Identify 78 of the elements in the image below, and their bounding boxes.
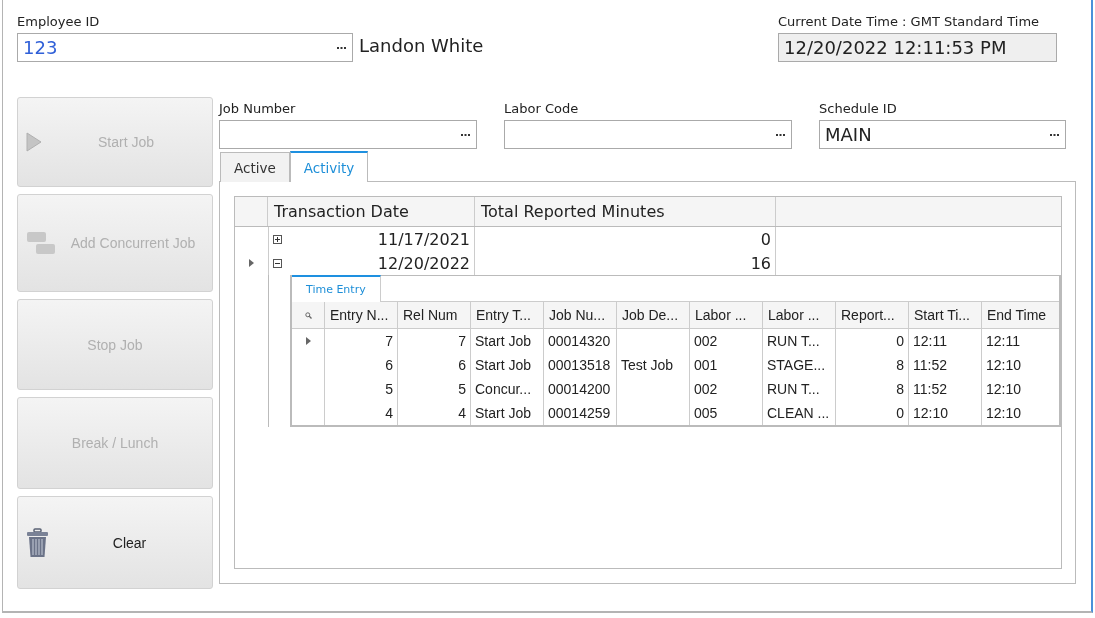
table-cell: 5: [325, 377, 398, 401]
table-cell: 00014200: [544, 377, 617, 401]
date-time-field: 12/20/2022 12:11:53 PM: [778, 33, 1057, 62]
column-header[interactable]: Report...: [836, 302, 909, 328]
column-header[interactable]: Entry T...: [471, 302, 544, 328]
ellipsis-icon[interactable]: [461, 133, 470, 136]
employee-id-field[interactable]: 123: [17, 33, 353, 62]
column-header[interactable]: Start Ti...: [909, 302, 982, 328]
collapse-icon[interactable]: [273, 258, 282, 268]
employee-name: Landon White: [359, 35, 484, 56]
table-cell: 11:52: [909, 353, 982, 377]
table-cell: RUN T...: [763, 377, 836, 401]
table-cell: 16: [475, 251, 776, 275]
column-header[interactable]: Job De...: [617, 302, 690, 328]
column-header[interactable]: Labor ...: [690, 302, 763, 328]
table-cell: 00013518: [544, 353, 617, 377]
table-cell: 0: [475, 227, 776, 251]
table-cell: 6: [325, 353, 398, 377]
table-cell-text: 12:10: [985, 404, 1023, 423]
field-label: Job Number: [219, 101, 297, 116]
trash-icon: [26, 527, 49, 558]
field-label: Current Date Time : GMT Standard Time: [778, 14, 1041, 29]
expand-icon[interactable]: [273, 234, 282, 244]
table-cell: 4: [325, 401, 398, 425]
table-cell: 7: [325, 329, 398, 353]
table-cell: 8: [836, 377, 909, 401]
lookup-field[interactable]: [504, 120, 792, 149]
table-cell-text: 12/20/2022: [376, 253, 470, 273]
table-cell: 00014320: [544, 329, 617, 353]
table-cell: STAGE...: [763, 353, 836, 377]
table-cell: 001: [690, 353, 763, 377]
play-icon: [26, 132, 42, 152]
table-cell: 0: [836, 401, 909, 425]
table-cell: 005: [690, 401, 763, 425]
ellipsis-icon[interactable]: [776, 133, 785, 136]
table-cell-text: 12:10: [985, 356, 1023, 375]
table-cell: 00014259: [544, 401, 617, 425]
table-cell: 6: [398, 353, 471, 377]
lookup-field[interactable]: MAIN: [819, 120, 1066, 149]
table-cell: 0: [836, 329, 909, 353]
table-cell: Concur...: [471, 377, 544, 401]
table-cell-text: 12:11: [985, 332, 1021, 351]
field-label: Employee ID: [17, 14, 101, 29]
table-cell: 5: [398, 377, 471, 401]
tab[interactable]: Activity: [289, 151, 369, 182]
table-cell: 002: [690, 329, 763, 353]
search-icon[interactable]: [304, 311, 312, 319]
column-header[interactable]: End Time: [982, 302, 1059, 328]
table-cell: 12:11: [909, 329, 982, 353]
table-cell: Test Job: [617, 353, 690, 377]
table-cell-text: 11/17/2021: [376, 229, 470, 249]
table-cell: RUN T...: [763, 329, 836, 353]
table-cell: 12:10: [909, 401, 982, 425]
table-cell: 11:52: [909, 377, 982, 401]
table-cell: 8: [836, 353, 909, 377]
table-cell: Start Job: [471, 329, 544, 353]
stacked-bars-icon: [26, 231, 56, 255]
tab[interactable]: Time Entry: [292, 275, 381, 302]
table-cell: CLEAN ...: [763, 401, 836, 425]
table-cell: 002: [690, 377, 763, 401]
column-header[interactable]: Entry N...: [325, 302, 398, 328]
tab[interactable]: Active: [220, 152, 290, 182]
lookup-field[interactable]: [219, 120, 477, 149]
table-cell: Start Job: [471, 353, 544, 377]
table-cell: 4: [398, 401, 471, 425]
table-cell: 7: [398, 329, 471, 353]
table-cell: Start Job: [471, 401, 544, 425]
field-label: Schedule ID: [819, 101, 898, 116]
field-label: Labor Code: [504, 101, 580, 116]
action-button[interactable]: Clear: [17, 496, 213, 589]
column-header[interactable]: Job Nu...: [544, 302, 617, 328]
ellipsis-icon[interactable]: [337, 46, 346, 49]
table-cell-text: 12:10: [985, 380, 1023, 399]
column-header[interactable]: Labor ...: [763, 302, 836, 328]
ellipsis-icon[interactable]: [1050, 133, 1059, 136]
column-header[interactable]: Transaction Date: [268, 197, 475, 226]
column-header[interactable]: Rel Num: [398, 302, 471, 328]
column-header[interactable]: Total Reported Minutes: [475, 197, 776, 226]
